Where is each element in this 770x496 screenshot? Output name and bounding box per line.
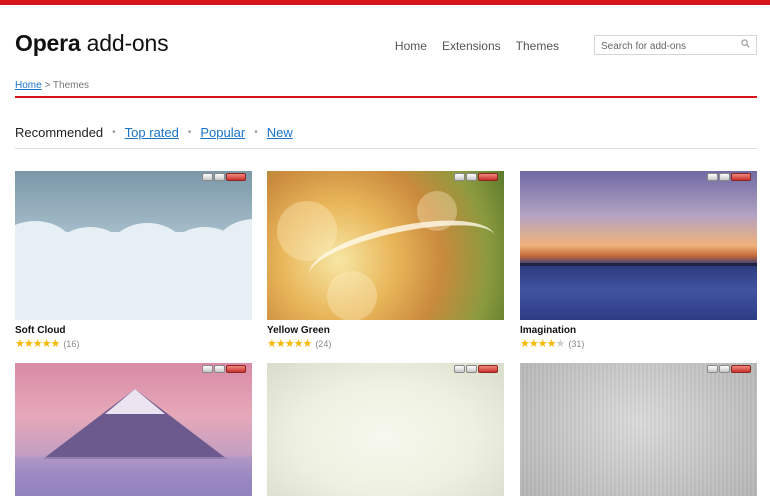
- window-controls-icon: [202, 365, 246, 373]
- top-accent-bar: [0, 0, 770, 5]
- nav-home[interactable]: Home: [395, 39, 427, 53]
- nav-extensions[interactable]: Extensions: [442, 39, 501, 53]
- tab-recommended[interactable]: Recommended: [15, 125, 103, 140]
- theme-rating: ★★★★★ (31): [520, 337, 757, 350]
- header: Opera add-ons Home Extensions Themes: [15, 30, 757, 64]
- header-divider: [15, 96, 757, 98]
- breadcrumb-home[interactable]: Home: [15, 80, 42, 91]
- star-rating-icon: ★★★★★: [267, 338, 312, 350]
- window-controls-icon: [454, 365, 498, 373]
- theme-card-yellow-green[interactable]: Yellow Green ★★★★★ (24): [267, 171, 504, 350]
- search-icon[interactable]: [741, 39, 750, 48]
- window-controls-icon: [707, 365, 751, 373]
- theme-rating: ★★★★★ (24): [267, 337, 504, 350]
- theme-card-gray[interactable]: [520, 363, 757, 496]
- tab-new[interactable]: New: [267, 125, 293, 140]
- filter-separator: •: [187, 127, 192, 138]
- theme-card-cream[interactable]: [267, 363, 504, 496]
- rating-count: (16): [63, 338, 80, 349]
- theme-card-soft-cloud[interactable]: Soft Cloud ★★★★★ (16): [15, 171, 252, 350]
- nav-themes[interactable]: Themes: [516, 39, 559, 53]
- filter-divider: [15, 148, 757, 149]
- search-input[interactable]: [595, 37, 735, 56]
- filter-separator: •: [112, 127, 116, 138]
- main-nav: Home Extensions Themes: [395, 39, 559, 53]
- theme-thumbnail[interactable]: [15, 363, 252, 496]
- tab-popular[interactable]: Popular: [200, 125, 245, 140]
- filter-separator: •: [254, 127, 258, 138]
- site-logo[interactable]: Opera add-ons: [15, 30, 169, 57]
- theme-thumbnail[interactable]: [15, 171, 252, 320]
- breadcrumb-sep: >: [41, 80, 53, 91]
- theme-filter-tabs: Recommended • Top rated • Popular • New: [15, 125, 293, 140]
- theme-card-imagination[interactable]: Imagination ★★★★★ (31): [520, 171, 757, 350]
- tab-top-rated[interactable]: Top rated: [125, 125, 179, 140]
- search-box: [594, 35, 757, 56]
- theme-thumbnail[interactable]: [267, 363, 504, 496]
- theme-thumbnail[interactable]: [520, 171, 757, 320]
- theme-title[interactable]: Yellow Green: [267, 325, 504, 336]
- star-rating-icon: ★★★★★: [520, 338, 565, 350]
- rating-count: (24): [315, 338, 332, 349]
- breadcrumb: Home > Themes: [15, 80, 89, 91]
- breadcrumb-current: Themes: [52, 80, 90, 91]
- theme-title[interactable]: Soft Cloud: [15, 325, 252, 336]
- theme-thumbnail[interactable]: [520, 363, 757, 496]
- rating-count: (31): [568, 338, 585, 349]
- window-controls-icon: [202, 173, 246, 181]
- window-controls-icon: [454, 173, 498, 181]
- star-rating-icon: ★★★★★: [15, 338, 60, 350]
- theme-rating: ★★★★★ (16): [15, 337, 252, 350]
- theme-title[interactable]: Imagination: [520, 325, 757, 336]
- window-controls-icon: [707, 173, 751, 181]
- theme-card-fuji[interactable]: [15, 363, 252, 496]
- theme-thumbnail[interactable]: [267, 171, 504, 320]
